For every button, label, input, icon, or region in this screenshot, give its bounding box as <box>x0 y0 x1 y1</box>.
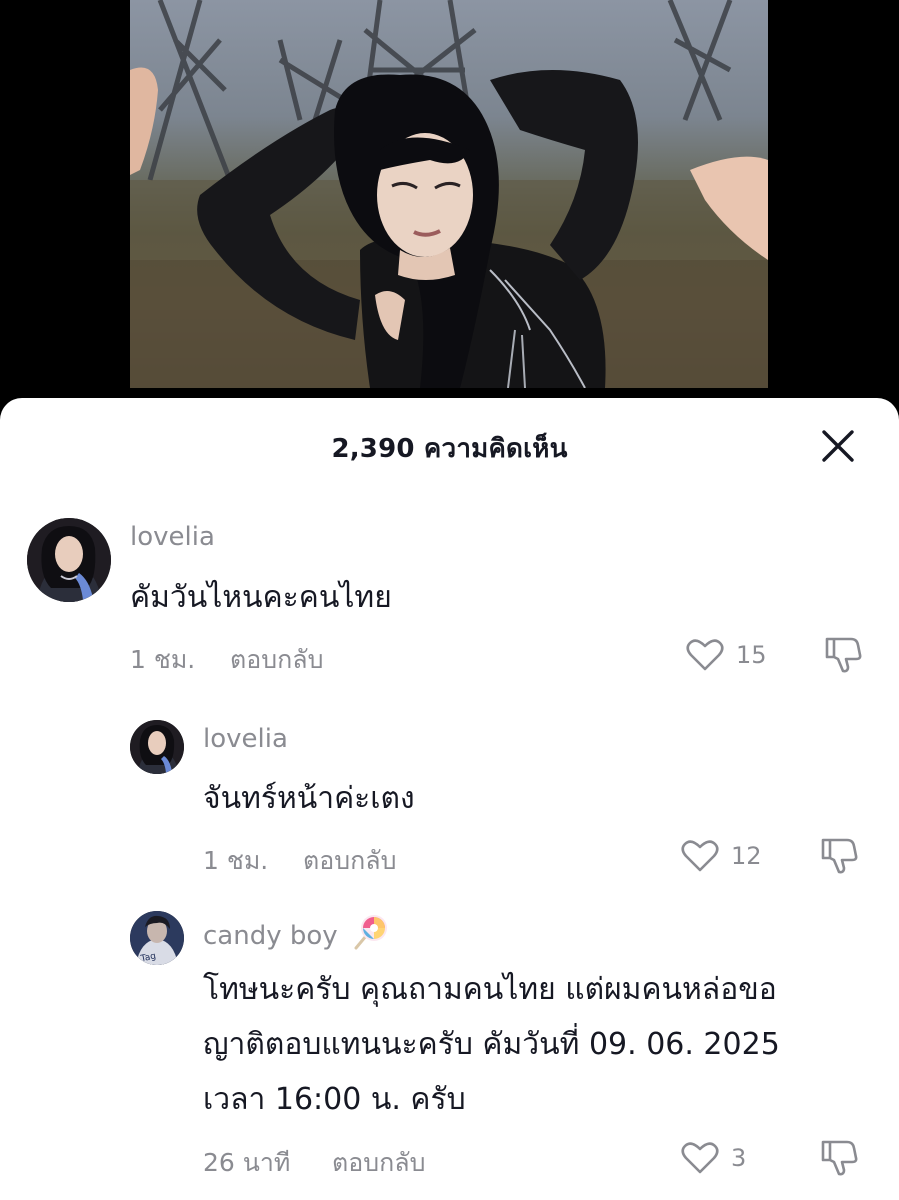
reply-button[interactable]: ตอบกลับ <box>303 841 396 881</box>
reply-button[interactable]: ตอบกลับ <box>332 1143 425 1183</box>
thumbs-down-icon <box>821 838 858 874</box>
video-still-image <box>130 0 768 388</box>
like-count: 15 <box>736 641 767 669</box>
dislike-button[interactable] <box>818 1137 860 1177</box>
avatar[interactable] <box>130 720 184 774</box>
comment-text: จันทร์หน้าค่ะเตง <box>203 781 415 816</box>
video-frame[interactable] <box>130 0 768 388</box>
comment-text: คัมวันไหนคะคนไทย <box>130 580 392 615</box>
dislike-button[interactable] <box>818 835 860 875</box>
comment-time: 1 ชม. <box>203 846 269 875</box>
close-button[interactable] <box>815 426 861 466</box>
like-count: 12 <box>731 842 762 870</box>
comment-username-text: candy boy <box>203 921 338 951</box>
thumbs-down-icon <box>825 637 862 673</box>
like-button[interactable] <box>680 1139 720 1177</box>
comment-time: 26 นาที <box>203 1148 291 1177</box>
comment-username[interactable]: lovelia <box>130 522 215 552</box>
comment-text-line: ญาติตอบแทนนะครับ คัมวันที่ 09. 06. 2025 <box>203 1027 780 1062</box>
lollipop-emoji <box>352 914 392 957</box>
avatar[interactable] <box>27 518 111 602</box>
dislike-button[interactable] <box>822 634 864 674</box>
heart-outline-icon <box>681 1142 719 1174</box>
like-button[interactable] <box>685 636 725 674</box>
like-count: 3 <box>731 1144 747 1172</box>
heart-outline-icon <box>681 840 719 872</box>
reply-button[interactable]: ตอบกลับ <box>230 640 323 680</box>
comments-count-title: 2,390 ความคิดเห็น <box>331 434 568 464</box>
avatar[interactable]: Tag <box>130 911 184 965</box>
heart-outline-icon <box>686 639 724 671</box>
close-icon <box>822 430 854 462</box>
like-button[interactable] <box>680 837 720 875</box>
comment-text-line: โทษนะครับ คุณถามคนไทย แต่ผมคนหล่อขอ <box>203 972 777 1007</box>
comments-sheet: 2,390 ความคิดเห็น lovelia คัมวันไหนคะคนไ… <box>0 398 899 1200</box>
comment-username[interactable]: candy boy <box>203 914 392 957</box>
comment-time: 1 ชม. <box>130 645 196 674</box>
comment-text-line: เวลา 16:00 น. ครับ <box>203 1082 466 1117</box>
comment-username[interactable]: lovelia <box>203 724 288 754</box>
thumbs-down-icon <box>821 1140 858 1176</box>
